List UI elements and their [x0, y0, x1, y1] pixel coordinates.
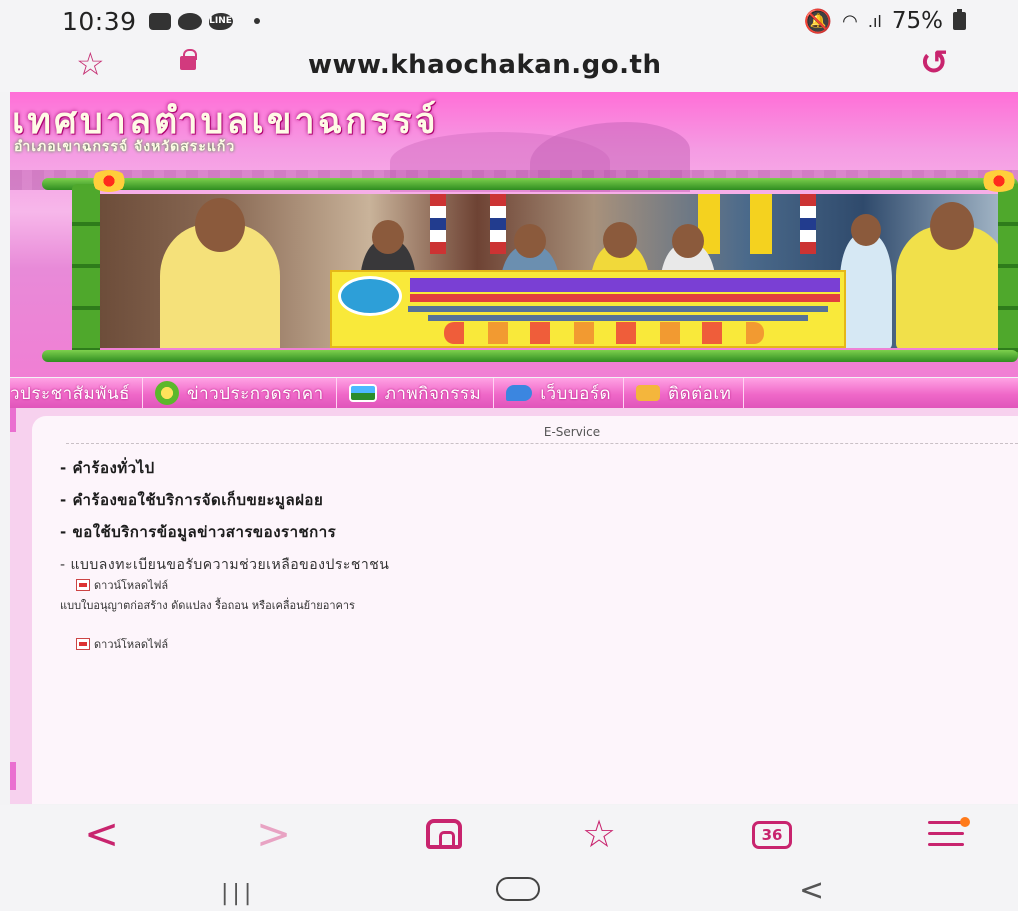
- wifi-icon: ◠: [842, 10, 858, 32]
- nav-item-bidding-news[interactable]: ข่าวประกวดราคา: [143, 378, 337, 408]
- bamboo-frame-top: [42, 178, 1018, 190]
- person: [160, 198, 280, 348]
- notification-dot-icon: [253, 18, 260, 24]
- eservice-panel: E-Service - คำร้องทั่วไป - คำร้องขอใช้บร…: [32, 416, 1018, 804]
- messenger-icon: [177, 12, 202, 30]
- side-strip: [10, 762, 16, 790]
- bamboo-frame-left: [72, 184, 100, 356]
- menu-icon[interactable]: [928, 821, 964, 846]
- chat-icon: [506, 385, 533, 401]
- site-subtitle: อำเภอเขาฉกรรจ์ จังหวัดสระแก้ว: [14, 139, 236, 155]
- lock-icon[interactable]: [180, 49, 197, 70]
- covid-campaign-sign: [330, 270, 846, 348]
- android-nav-bar: ||| <: [0, 867, 1018, 911]
- status-time: 10:39: [62, 6, 137, 36]
- recent-apps-icon[interactable]: |||: [221, 881, 255, 906]
- home-icon[interactable]: [426, 819, 462, 849]
- flag: [490, 194, 506, 254]
- nav-item-webboard[interactable]: เว็บบอร์ด: [494, 378, 625, 408]
- sign-pictograms: [444, 322, 764, 344]
- download-link[interactable]: ดาวน์โหลดไฟล์: [76, 635, 389, 653]
- bookmark-star-icon[interactable]: ☆: [76, 48, 105, 80]
- system-back-icon[interactable]: <: [799, 873, 824, 908]
- download-label: ดาวน์โหลดไฟล์: [94, 638, 169, 651]
- service-list: - คำร้องทั่วไป - คำร้องขอใช้บริการจัดเก็…: [60, 452, 389, 653]
- sign-text-line: [408, 306, 828, 312]
- flower-decoration: [90, 170, 128, 192]
- banner-photo: [100, 194, 998, 348]
- screen: 10:39 LINE 🔕 ◠ .ıl 75% ☆ www.khaochakan.…: [0, 0, 1018, 911]
- sign-headline-strip: [410, 278, 840, 292]
- side-strip: [10, 408, 16, 432]
- battery-icon: [953, 9, 966, 30]
- signal-icon: .ıl: [867, 11, 882, 31]
- browser-toolbar: < > ☆ 36: [0, 805, 1018, 867]
- flag: [750, 194, 772, 254]
- photo-icon: [348, 384, 377, 402]
- flag: [430, 194, 446, 254]
- main-nav: วประชาสัมพันธ์ ข่าวประกวดราคา ภาพกิจกรรม…: [10, 378, 1018, 408]
- flag: [800, 194, 816, 254]
- status-right: 🔕 ◠ .ıl 75%: [804, 8, 966, 35]
- download-label: ดาวน์โหลดไฟล์: [94, 579, 169, 592]
- nav-label: ติดต่อเท: [668, 383, 732, 404]
- eservice-title: E-Service: [543, 425, 601, 439]
- person: [896, 202, 998, 348]
- nav-item-public-relations[interactable]: วประชาสัมพันธ์: [10, 378, 143, 408]
- bookmarks-icon[interactable]: ☆: [582, 815, 616, 853]
- status-bar: 10:39 LINE 🔕 ◠ .ıl 75%: [0, 0, 1018, 42]
- gallery-icon: [148, 12, 171, 30]
- line-icon: LINE: [208, 12, 233, 30]
- url-field[interactable]: www.khaochakan.go.th: [308, 50, 661, 80]
- mute-icon: 🔕: [803, 8, 833, 35]
- pdf-icon: [76, 638, 90, 650]
- bamboo-frame-bottom: [42, 350, 1018, 362]
- pdf-icon: [76, 579, 90, 591]
- eservice-header: E-Service: [66, 422, 1018, 444]
- back-icon[interactable]: <: [84, 813, 119, 855]
- mail-icon: [636, 385, 661, 401]
- bamboo-frame-right: [998, 184, 1018, 356]
- download-link[interactable]: ดาวน์โหลดไฟล์: [76, 576, 389, 594]
- service-link-waste-collection[interactable]: - คำร้องขอใช้บริการจัดเก็บขยะมูลฝอย: [60, 484, 389, 516]
- status-notification-icons: LINE: [148, 12, 260, 30]
- nav-label: วประชาสัมพันธ์: [10, 383, 130, 404]
- service-link-assistance-registration[interactable]: - แบบลงทะเบียนขอรับความช่วยเหลือของประชา…: [60, 554, 389, 576]
- service-link-general-request[interactable]: - คำร้องทั่วไป: [60, 452, 389, 484]
- person: [840, 214, 892, 348]
- service-link-official-information[interactable]: - ขอใช้บริการข้อมูลข่าวสารของราชการ: [60, 516, 389, 548]
- site-banner: เทศบาลตำบลเขาฉกรรจ์ อำเภอเขาฉกรรจ์ จังหว…: [10, 92, 1018, 377]
- building-permit-note: แบบใบอนุญาตก่อสร้าง ดัดแปลง รื้อถอน หรือ…: [60, 599, 355, 612]
- nav-item-contact[interactable]: ติดต่อเท: [624, 378, 745, 408]
- nav-item-activity-photos[interactable]: ภาพกิจกรรม: [337, 378, 495, 408]
- tabs-icon[interactable]: 36: [752, 821, 792, 849]
- nav-label: เว็บบอร์ด: [540, 383, 612, 404]
- sign-logo: [338, 276, 402, 316]
- sign-text-line: [428, 315, 808, 321]
- nav-label: ภาพกิจกรรม: [384, 383, 482, 404]
- reload-icon[interactable]: ↺: [920, 46, 949, 80]
- battery-percent: 75%: [891, 8, 943, 34]
- forward-icon[interactable]: >: [256, 813, 291, 855]
- money-icon: [154, 381, 179, 405]
- home-button-icon[interactable]: [496, 877, 540, 901]
- flower-decoration: [980, 170, 1018, 192]
- nav-label: ข่าวประกวดราคา: [186, 383, 324, 404]
- menu-notification-dot: [960, 817, 970, 827]
- address-bar: ☆ www.khaochakan.go.th ↺: [0, 42, 1018, 92]
- sign-subline-strip: [410, 294, 840, 302]
